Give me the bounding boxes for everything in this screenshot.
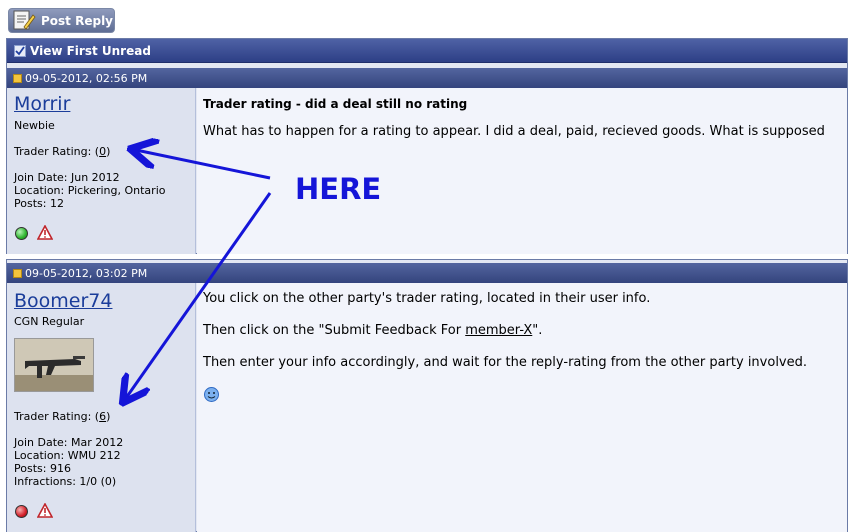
user-title: CGN Regular (14, 315, 85, 328)
document-pencil-icon (13, 10, 36, 30)
user-info-panel: Boomer74 CGN Regular Trader Rating: (6) … (7, 283, 196, 532)
join-date: Join Date: Mar 2012 (14, 436, 124, 449)
annotation-label: HERE (295, 172, 382, 206)
trader-rating: Trader Rating: (0) (14, 145, 111, 158)
user-info-panel: Morrir Newbie Trader Rating: (0) Join Da… (7, 88, 196, 254)
message-panel: Trader rating - did a deal still no rati… (197, 88, 847, 254)
username-link[interactable]: Morrir (14, 93, 70, 115)
post-count: Posts: 12 (14, 197, 64, 210)
offline-status-icon (15, 505, 28, 518)
username-link[interactable]: Boomer74 (14, 290, 112, 312)
online-status-icon (15, 227, 28, 240)
post-date: 09-05-2012, 02:56 PM (25, 71, 148, 85)
avatar[interactable] (14, 338, 94, 392)
post-date: 09-05-2012, 03:02 PM (25, 266, 148, 280)
post-body-line-1: You click on the other party's trader ra… (203, 291, 651, 306)
view-first-unread-link[interactable]: View First Unread (30, 44, 151, 58)
smiley-icon (204, 387, 219, 402)
post-count: Posts: 916 (14, 462, 71, 475)
post-header: 09-05-2012, 02:56 PM (7, 68, 847, 88)
post-container-1: View First Unread 09-05-2012, 02:56 PM M… (6, 38, 848, 254)
post-body-line-3: Then enter your info accordingly, and wa… (203, 355, 808, 370)
thread-toolbar: View First Unread (7, 39, 847, 63)
post-reply-button[interactable]: Post Reply (8, 8, 115, 33)
post-old-icon (13, 268, 22, 278)
post-old-icon (13, 73, 22, 83)
report-warning-icon[interactable] (37, 225, 53, 240)
message-panel: You click on the other party's trader ra… (197, 283, 847, 532)
post-title: Trader rating - did a deal still no rati… (203, 97, 468, 111)
join-date: Join Date: Jun 2012 (14, 171, 120, 184)
member-link[interactable]: member-X (465, 323, 532, 338)
post-body: What has to happen for a rating to appea… (203, 124, 825, 139)
infractions: Infractions: 1/0 (0) (14, 475, 117, 488)
post-header: 09-05-2012, 03:02 PM (7, 263, 847, 283)
location: Location: WMU 212 (14, 449, 121, 462)
user-title: Newbie (14, 119, 55, 132)
report-warning-icon[interactable] (37, 503, 53, 518)
location: Location: Pickering, Ontario (14, 184, 166, 197)
post-container-2: 09-05-2012, 03:02 PM Boomer74 CGN Regula… (6, 259, 848, 532)
post-reply-label: Post Reply (41, 13, 113, 28)
checkbox-icon[interactable] (14, 44, 26, 57)
post-body-line-2: Then click on the "Submit Feedback For m… (203, 323, 543, 338)
trader-rating: Trader Rating: (6) (14, 410, 111, 423)
